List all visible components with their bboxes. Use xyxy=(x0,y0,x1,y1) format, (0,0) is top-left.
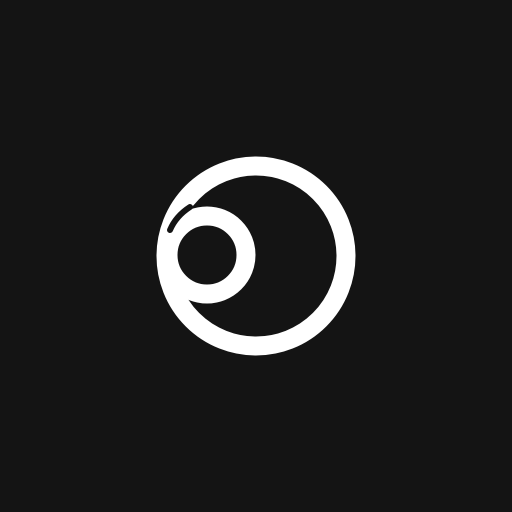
inner-ring xyxy=(158,206,256,304)
app-icon-canvas xyxy=(0,0,512,512)
circle-orbit-logo-icon xyxy=(156,156,356,356)
